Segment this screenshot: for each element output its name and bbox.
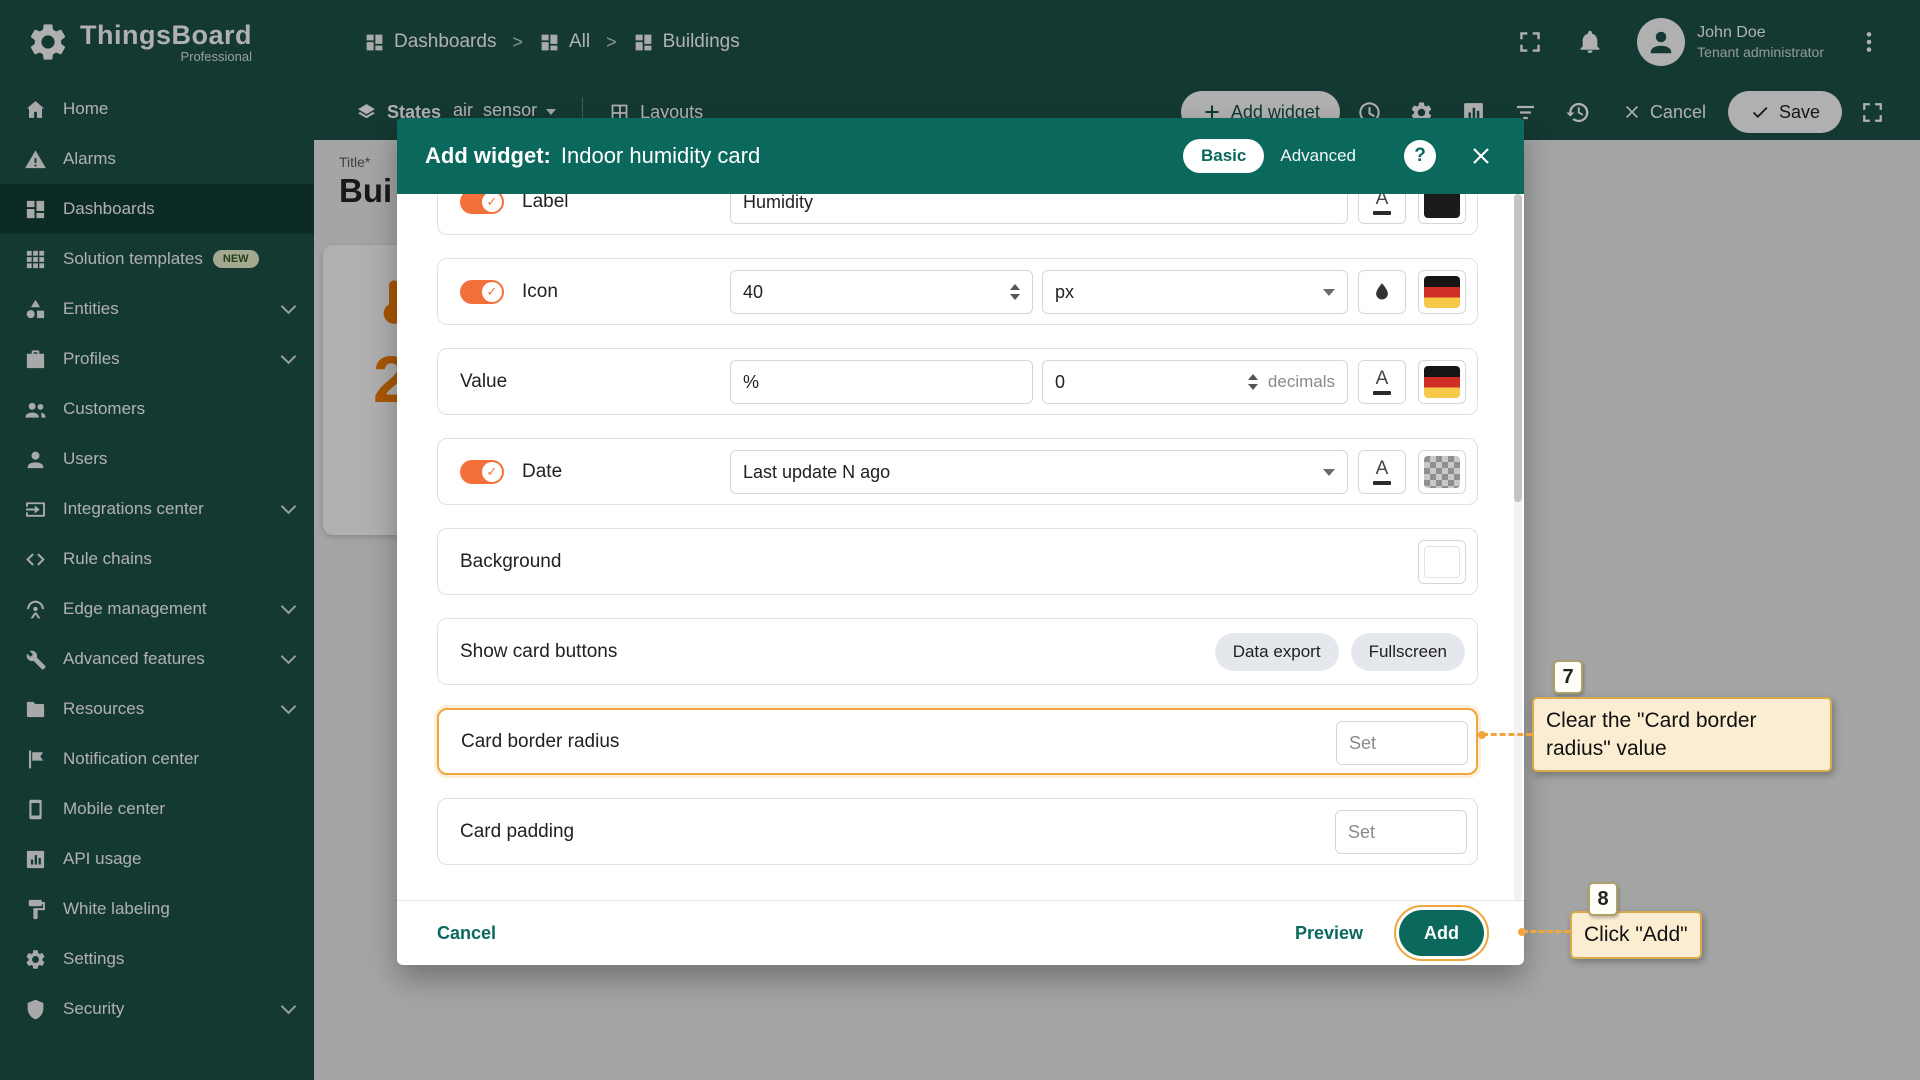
- icon-visibility-toggle[interactable]: [460, 280, 504, 304]
- label-color-swatch[interactable]: [1418, 194, 1466, 224]
- dialog-title: Add widget: Indoor humidity card: [425, 143, 760, 169]
- card-padding-row-title: Card padding: [460, 821, 574, 843]
- card-border-radius-row-title: Card border radius: [461, 731, 619, 753]
- label-font-button[interactable]: A: [1358, 194, 1406, 224]
- dialog-close-button[interactable]: [1464, 139, 1498, 173]
- form-row-date: Date Last update N ago A: [437, 438, 1478, 505]
- value-color-swatch[interactable]: [1418, 360, 1466, 404]
- icon-size-unit-value: px: [1055, 282, 1074, 303]
- close-icon: [1468, 143, 1494, 169]
- value-font-button[interactable]: A: [1358, 360, 1406, 404]
- color-swatch-black: [1424, 194, 1460, 218]
- tab-advanced[interactable]: Advanced: [1280, 146, 1356, 166]
- form-row-card-buttons: Show card buttons Data export Fullscreen: [437, 618, 1478, 685]
- icon-size-input[interactable]: [743, 282, 1002, 303]
- icon-row-title: Icon: [522, 281, 558, 303]
- card-border-radius-field: [1336, 721, 1468, 765]
- preview-button[interactable]: Preview: [1295, 923, 1363, 944]
- icon-size-field: [730, 270, 1033, 314]
- color-swatch-gradient: [1424, 366, 1460, 398]
- value-row-title: Value: [460, 371, 507, 393]
- step-7-marker: 7: [1553, 660, 1583, 694]
- format-color-text-icon: A: [1376, 194, 1389, 208]
- color-swatch-transparent: [1424, 456, 1460, 488]
- dialog-title-widget-name: Indoor humidity card: [561, 143, 760, 169]
- dialog-cancel-button[interactable]: Cancel: [437, 923, 496, 944]
- step-8-callout: Click "Add": [1570, 911, 1702, 959]
- date-format-select[interactable]: Last update N ago: [730, 450, 1348, 494]
- number-stepper[interactable]: [1248, 374, 1258, 390]
- date-font-button[interactable]: A: [1358, 450, 1406, 494]
- dropdown-caret-icon: [1323, 469, 1335, 476]
- card-border-radius-input[interactable]: [1349, 733, 1455, 754]
- card-buttons-chips: Data export Fullscreen: [1215, 633, 1465, 671]
- add-widget-dialog: Add widget: Indoor humidity card Basic A…: [397, 118, 1524, 965]
- card-padding-input[interactable]: [1348, 822, 1454, 843]
- dialog-footer: Cancel Preview Add: [397, 900, 1524, 965]
- droplet-icon: [1371, 281, 1393, 303]
- label-visibility-toggle[interactable]: [460, 194, 504, 214]
- background-row-title: Background: [460, 551, 561, 573]
- format-color-text-icon: A: [1376, 369, 1389, 388]
- step-7-callout: Clear the "Card border radius" value: [1532, 697, 1832, 772]
- number-stepper[interactable]: [1010, 284, 1020, 300]
- label-field: [730, 194, 1348, 224]
- tab-basic[interactable]: Basic: [1183, 139, 1264, 173]
- help-button[interactable]: ?: [1404, 140, 1436, 172]
- value-units-field: [730, 360, 1033, 404]
- label-input[interactable]: [743, 194, 1335, 213]
- step-up-icon: [1248, 374, 1258, 380]
- card-buttons-row-title: Show card buttons: [460, 641, 617, 663]
- step-up-icon: [1010, 284, 1020, 290]
- date-visibility-toggle[interactable]: [460, 460, 504, 484]
- dialog-header: Add widget: Indoor humidity card Basic A…: [397, 118, 1524, 194]
- label-row-title: Label: [522, 194, 569, 213]
- dialog-body: Label A Icon px: [397, 194, 1524, 900]
- form-row-value: Value decimals A: [437, 348, 1478, 415]
- step-down-icon: [1248, 384, 1258, 390]
- date-format-value: Last update N ago: [743, 462, 890, 483]
- step-down-icon: [1010, 294, 1020, 300]
- format-color-bar: [1373, 391, 1391, 395]
- format-color-bar: [1373, 481, 1391, 485]
- fullscreen-chip[interactable]: Fullscreen: [1351, 633, 1465, 671]
- value-decimals-input[interactable]: [1055, 372, 1240, 393]
- dialog-title-prefix: Add widget:: [425, 143, 551, 169]
- form-row-card-padding: Card padding: [437, 798, 1478, 865]
- add-button[interactable]: Add: [1399, 910, 1484, 956]
- value-units-input[interactable]: [743, 372, 1020, 393]
- form-row-label: Label A: [437, 194, 1478, 235]
- form-row-icon: Icon px: [437, 258, 1478, 325]
- step-7-connector-line: [1482, 733, 1532, 736]
- form-row-card-border-radius: Card border radius: [437, 708, 1478, 775]
- data-export-chip[interactable]: Data export: [1215, 633, 1339, 671]
- color-swatch-white: [1424, 546, 1460, 578]
- date-row-title: Date: [522, 461, 562, 483]
- icon-color-swatch[interactable]: [1418, 270, 1466, 314]
- icon-picker-button[interactable]: [1358, 270, 1406, 314]
- background-color-swatch[interactable]: [1418, 540, 1466, 584]
- date-color-swatch[interactable]: [1418, 450, 1466, 494]
- icon-size-unit-select[interactable]: px: [1042, 270, 1348, 314]
- modal-scrollbar-thumb[interactable]: [1514, 194, 1522, 502]
- format-color-text-icon: A: [1376, 459, 1389, 478]
- format-color-bar: [1373, 211, 1391, 215]
- card-padding-field: [1335, 810, 1467, 854]
- form-row-background: Background: [437, 528, 1478, 595]
- value-decimals-field: decimals: [1042, 360, 1348, 404]
- step-8-marker: 8: [1588, 882, 1618, 916]
- step-8-connector-line: [1522, 930, 1570, 933]
- dropdown-caret-icon: [1323, 289, 1335, 296]
- color-swatch-gradient: [1424, 276, 1460, 308]
- decimals-suffix: decimals: [1268, 372, 1335, 392]
